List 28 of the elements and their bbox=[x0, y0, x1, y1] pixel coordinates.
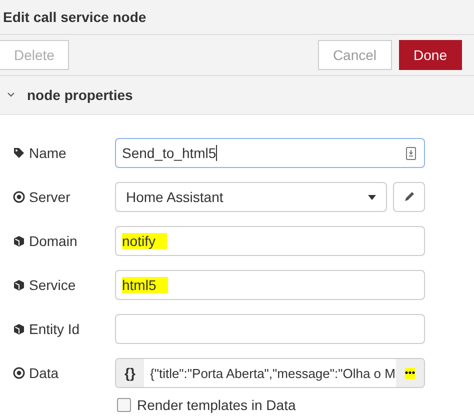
field-label: Data bbox=[29, 365, 59, 381]
tag-icon bbox=[13, 147, 25, 159]
field-label: Server bbox=[29, 189, 70, 205]
server-select[interactable]: Home Assistant bbox=[115, 182, 387, 212]
edit-button[interactable] bbox=[393, 182, 425, 212]
section-header[interactable]: node properties bbox=[0, 76, 474, 115]
dialog-title: Edit call service node bbox=[3, 9, 146, 25]
checkbox[interactable] bbox=[117, 398, 131, 412]
checkbox-label: Render templates in Data bbox=[137, 397, 296, 413]
type-label: {} bbox=[116, 359, 144, 387]
text-field[interactable]: notify bbox=[115, 226, 425, 256]
text-field[interactable]: Send_to_html5 bbox=[115, 138, 425, 168]
target-icon bbox=[13, 367, 25, 379]
cube-icon bbox=[13, 235, 25, 247]
field-label: Domain bbox=[29, 233, 78, 249]
text-field[interactable] bbox=[115, 314, 425, 344]
data-field[interactable]: {} {"title":"Porta Aberta","message":"Olha o M ••• bbox=[115, 358, 425, 388]
dropdown-caret-icon bbox=[368, 194, 376, 200]
cube-icon bbox=[13, 323, 25, 335]
expand-button[interactable]: ••• bbox=[396, 359, 424, 387]
field-label: Name bbox=[29, 145, 66, 161]
done-button[interactable]: Done bbox=[398, 40, 462, 70]
field-label: Entity Id bbox=[29, 321, 80, 337]
text-field[interactable]: html5 bbox=[115, 270, 425, 300]
cube-icon bbox=[13, 279, 25, 291]
target-icon bbox=[13, 191, 25, 203]
field-label: Service bbox=[29, 277, 76, 293]
pencil-icon bbox=[403, 191, 415, 203]
